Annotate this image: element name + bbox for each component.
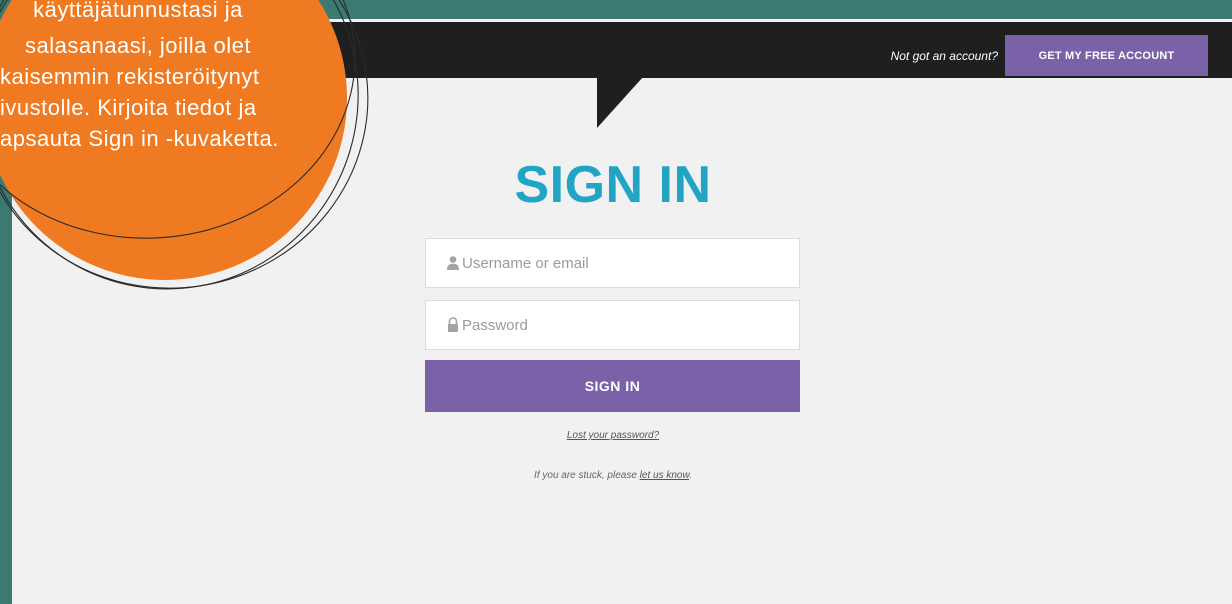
- callout-line: ivustolle. Kirjoita tiedot ja: [0, 95, 257, 120]
- username-input[interactable]: [462, 239, 782, 287]
- sign-in-button[interactable]: SIGN IN: [425, 360, 800, 412]
- callout-line: kaisemmin rekisteröitynyt: [0, 64, 260, 89]
- username-field[interactable]: [425, 238, 800, 288]
- help-prefix: If you are stuck, please: [534, 470, 637, 481]
- lost-password-row: Lost your password?: [463, 428, 763, 444]
- lock-icon: [448, 317, 458, 332]
- password-input[interactable]: [462, 301, 782, 349]
- speech-bubble-tail: [597, 77, 643, 128]
- password-field[interactable]: [425, 300, 800, 350]
- help-suffix: .: [689, 470, 692, 481]
- callout-line: salasanaasi, joilla olet: [24, 33, 252, 58]
- callout-line: apsauta Sign in -kuvaketta.: [0, 126, 279, 151]
- lost-password-link[interactable]: Lost your password?: [567, 430, 659, 441]
- get-free-account-button[interactable]: GET MY FREE ACCOUNT: [1005, 35, 1208, 76]
- screen: Not got an account? GET MY FREE ACCOUNT …: [0, 0, 1232, 604]
- user-icon: [447, 256, 459, 270]
- callout-line: käyttäjätunnustasi ja: [33, 0, 243, 22]
- contact-link[interactable]: let us know: [640, 470, 689, 481]
- help-text: If you are stuck, please let us know.: [413, 468, 813, 484]
- page-title: SIGN IN: [514, 156, 712, 214]
- account-prompt: Not got an account?: [890, 49, 998, 63]
